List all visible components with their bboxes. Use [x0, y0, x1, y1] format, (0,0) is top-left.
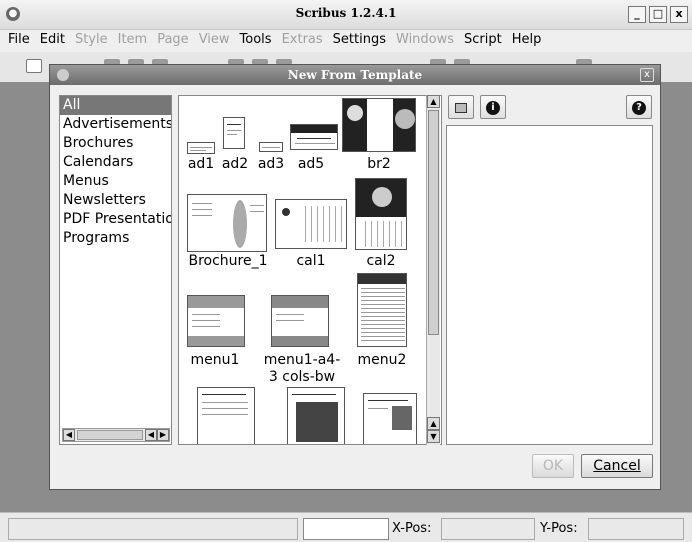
menu-file[interactable]: File	[4, 30, 36, 52]
template-thumbnail-newsletter[interactable]	[287, 387, 345, 444]
zoom-input[interactable]	[303, 518, 389, 540]
template-thumbnail-brochure-1[interactable]	[187, 194, 267, 252]
ypos-label: Y-Pos:	[540, 521, 578, 536]
category-item-calendars[interactable]: Calendars	[60, 153, 171, 172]
category-item-brochures[interactable]: Brochures	[60, 134, 171, 153]
status-bar: X-Pos: Y-Pos:	[0, 512, 692, 542]
menu-script[interactable]: Script	[460, 30, 508, 52]
template-thumbnail-ad5[interactable]	[290, 124, 338, 150]
template-label-cal1[interactable]: cal1	[285, 253, 337, 270]
app-titlebar: ● Scribus 1.2.4.1 _ □ x	[0, 0, 692, 30]
hscroll-thumb[interactable]	[77, 430, 143, 440]
info-icon: i	[486, 100, 500, 115]
template-thumbnail-menu1[interactable]	[187, 295, 245, 347]
app-title: Scribus 1.2.4.1	[295, 6, 397, 20]
category-item-advertisements[interactable]: Advertisements	[60, 115, 171, 134]
new-document-icon[interactable]	[26, 59, 42, 73]
category-item-newsletters[interactable]: Newsletters	[60, 191, 171, 210]
template-vscrollbar[interactable]: ▲ ▲ ▼	[426, 95, 440, 445]
category-item-pdf-presentations[interactable]: PDF Presentatio	[60, 210, 171, 229]
category-list[interactable]: All Advertisements Brochures Calendars M…	[59, 95, 172, 445]
image-icon	[455, 102, 467, 113]
template-label-menu1-a4-3cols-bw[interactable]: menu1-a4-3 cols-bw	[261, 352, 343, 386]
scroll-down-icon[interactable]: ▼	[427, 430, 440, 443]
ok-button[interactable]: OK	[532, 454, 574, 478]
menu-style[interactable]: Style	[71, 30, 114, 52]
template-thumbnail-ad2[interactable]	[223, 117, 245, 149]
scroll-left-icon[interactable]: ◀	[63, 429, 75, 441]
category-item-menus[interactable]: Menus	[60, 172, 171, 191]
category-hscrollbar[interactable]: ◀ ◀ ▶	[62, 428, 170, 442]
template-label-ad2[interactable]: ad2	[219, 156, 251, 173]
menu-help[interactable]: Help	[508, 30, 548, 52]
help-button[interactable]: ?	[626, 95, 652, 119]
close-button[interactable]: x	[670, 6, 688, 23]
template-thumbnail-menu2[interactable]	[357, 273, 407, 347]
scroll-left-icon[interactable]: ◀	[145, 429, 157, 441]
xpos-value	[441, 518, 535, 540]
template-thumbnail-newsletter[interactable]	[197, 387, 255, 444]
dialog-titlebar: New From Template x	[50, 65, 660, 85]
template-label-menu2[interactable]: menu2	[351, 352, 413, 369]
template-label-ad1[interactable]: ad1	[179, 156, 223, 173]
template-thumbnail-newsletter[interactable]	[363, 393, 417, 444]
template-icon-view[interactable]: ad1 ad2 ad3 ad5 br2 Brochure_1 cal1 cal2…	[178, 95, 442, 445]
menubar: File Edit Style Item Page View Tools Ext…	[0, 30, 692, 52]
help-icon: ?	[632, 100, 646, 115]
menu-edit[interactable]: Edit	[36, 30, 71, 52]
menu-view[interactable]: View	[195, 30, 236, 52]
template-thumbnail-cal1[interactable]	[275, 199, 347, 249]
scroll-up-icon[interactable]: ▲	[427, 417, 440, 430]
minimize-button[interactable]: _	[628, 6, 646, 23]
dialog-title: New From Template	[287, 68, 423, 82]
dialog-close-icon[interactable]: x	[640, 68, 654, 82]
category-item-all[interactable]: All	[60, 96, 171, 115]
menu-extras[interactable]: Extras	[278, 30, 329, 52]
menu-tools[interactable]: Tools	[236, 30, 278, 52]
scroll-up-icon[interactable]: ▲	[427, 95, 440, 108]
template-label-cal2[interactable]: cal2	[357, 253, 405, 270]
vscroll-thumb[interactable]	[428, 110, 439, 335]
category-item-programs[interactable]: Programs	[60, 229, 171, 248]
status-message	[8, 518, 298, 540]
new-from-template-dialog: New From Template x All Advertisements B…	[49, 64, 661, 490]
maximize-button[interactable]: □	[649, 6, 667, 23]
xpos-label: X-Pos:	[392, 521, 432, 536]
template-label-menu1[interactable]: menu1	[183, 352, 247, 369]
template-thumbnail-cal2[interactable]	[355, 178, 407, 250]
template-label-brochure-1[interactable]: Brochure_1	[183, 253, 273, 270]
template-label-ad5[interactable]: ad5	[291, 156, 331, 173]
menu-windows[interactable]: Windows	[392, 30, 460, 52]
template-thumbnail-ad3[interactable]	[259, 142, 283, 152]
template-label-ad3[interactable]: ad3	[254, 156, 288, 173]
template-thumbnail-menu1-a4-3cols-bw[interactable]	[271, 295, 329, 347]
menu-settings[interactable]: Settings	[329, 30, 392, 52]
template-thumbnail-br2[interactable]	[342, 98, 416, 152]
info-button[interactable]: i	[480, 95, 506, 119]
scroll-right-icon[interactable]: ▶	[157, 429, 169, 441]
menu-page[interactable]: Page	[153, 30, 194, 52]
menu-item[interactable]: Item	[114, 30, 154, 52]
cancel-button[interactable]: Cancel	[581, 454, 653, 478]
template-thumbnail-ad1[interactable]	[187, 142, 215, 154]
template-preview-pane	[446, 125, 653, 445]
template-label-br2[interactable]: br2	[357, 156, 401, 173]
image-preview-button[interactable]	[448, 95, 474, 119]
ypos-value	[588, 518, 684, 540]
